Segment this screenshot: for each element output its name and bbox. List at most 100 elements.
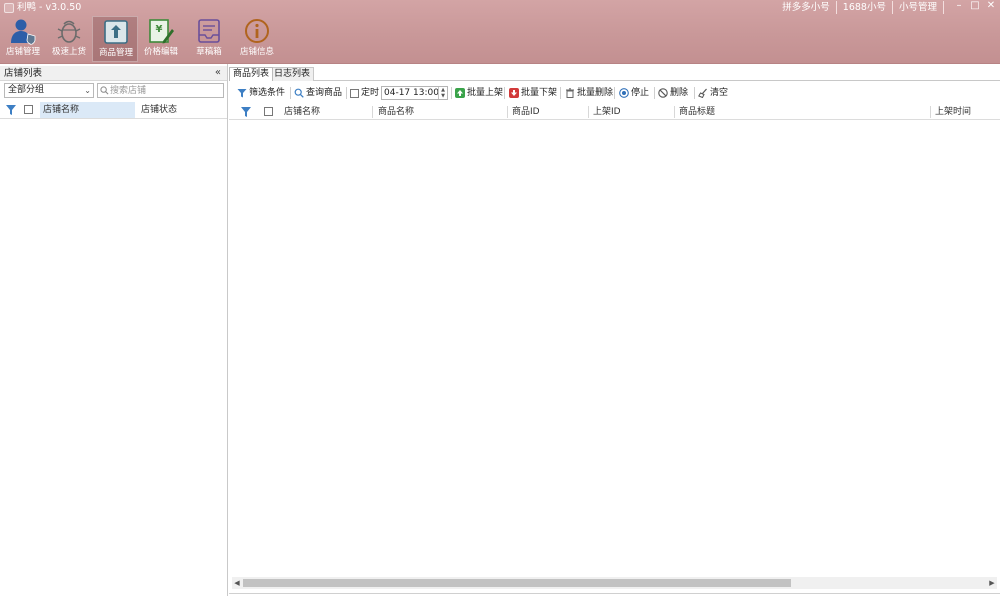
product-table-header: 店铺名称 商品名称 商品ID 上架ID 商品标题 上架时间	[229, 104, 1000, 120]
timer-label: 定时	[361, 88, 380, 98]
toolbar-shop-manage[interactable]: 店铺管理	[0, 16, 46, 62]
scroll-right-icon[interactable]: ▶	[987, 577, 997, 589]
toolbar-price-edit[interactable]: ¥ 价格编辑	[138, 16, 184, 62]
batch-list-button[interactable]: 批量上架	[455, 86, 503, 100]
close-icon[interactable]: ✕	[986, 0, 996, 13]
separator	[654, 87, 655, 99]
search-icon	[294, 88, 304, 98]
app-logo-icon	[4, 2, 14, 13]
query-products-label: 查询商品	[306, 88, 343, 98]
separator	[346, 87, 347, 99]
col-product-name[interactable]: 商品名称	[378, 104, 414, 120]
pdd-accounts-link[interactable]: 拼多多小号	[776, 1, 837, 14]
maximize-icon[interactable]: □	[970, 0, 980, 13]
batch-list-label: 批量上架	[467, 88, 504, 98]
batch-delete-button[interactable]: 批量删除	[565, 86, 613, 100]
schedule-datetime-input[interactable]: 04-17 13:00 ▲ ▼	[381, 86, 448, 100]
tab-strip-divider	[229, 80, 1000, 81]
query-products-button[interactable]: 查询商品	[294, 86, 342, 100]
stop-label: 停止	[631, 88, 650, 98]
arrow-down-red-icon	[509, 88, 519, 98]
delete-label: 删除	[670, 88, 689, 98]
account-links: 拼多多小号 1688小号 小号管理	[776, 1, 944, 14]
select-all-shops-checkbox[interactable]	[24, 105, 33, 114]
filter-icon[interactable]	[240, 106, 252, 118]
window-controls: – □ ✕	[954, 0, 996, 13]
toolbar-label: 草稿箱	[196, 47, 222, 57]
shop-table-header: 店铺名称 店铺状态	[0, 102, 227, 119]
column-divider	[507, 106, 508, 118]
col-product-title[interactable]: 商品标题	[679, 104, 715, 120]
column-divider	[674, 106, 675, 118]
shop-search-input[interactable]	[97, 83, 224, 98]
app-title: 利鸭 - v3.0.50	[4, 1, 81, 14]
tab-log-list[interactable]: 日志列表	[270, 67, 315, 81]
main-panel: 商品列表 日志列表 筛选条件 查询商品 定时 04-17 13:00 ▲ ▼ 批量…	[229, 64, 1000, 596]
clear-label: 清空	[710, 88, 729, 98]
clear-button[interactable]: 清空	[698, 86, 728, 100]
draft-box-icon	[198, 19, 220, 43]
app-title-text: 利鸭 - v3.0.50	[17, 2, 82, 13]
toolbar-shop-info[interactable]: 店铺信息	[234, 16, 280, 62]
product-action-bar: 筛选条件 查询商品 定时 04-17 13:00 ▲ ▼ 批量上架 批量下架 批…	[229, 85, 1000, 102]
shop-name-column[interactable]: 店铺名称	[40, 102, 135, 118]
toolbar-product-manage[interactable]: 商品管理	[92, 16, 138, 62]
delete-button[interactable]: 删除	[658, 86, 688, 100]
search-icon	[100, 86, 109, 95]
scroll-left-icon[interactable]: ◀	[232, 577, 242, 589]
stop-icon	[619, 88, 629, 98]
separator	[694, 87, 695, 99]
col-listing-time[interactable]: 上架时间	[935, 104, 971, 120]
toolbar-drafts[interactable]: 草稿箱	[186, 16, 232, 62]
shop-status-column[interactable]: 店铺状态	[138, 102, 223, 118]
shop-list-header: 店铺列表 «	[0, 66, 227, 81]
batch-delist-button[interactable]: 批量下架	[509, 86, 557, 100]
select-all-products-checkbox[interactable]	[264, 107, 273, 116]
batch-delete-label: 批量删除	[577, 88, 614, 98]
filter-icon[interactable]	[5, 104, 17, 116]
filter-conditions-label: 筛选条件	[249, 88, 286, 98]
col-product-id[interactable]: 商品ID	[512, 104, 540, 120]
minimize-icon[interactable]: –	[954, 0, 964, 13]
horizontal-scrollbar[interactable]: ◀ ▶	[232, 577, 997, 589]
group-select-value: 全部分组	[8, 85, 45, 95]
separator	[290, 87, 291, 99]
toolbar-label: 极速上货	[51, 47, 86, 57]
col-listing-id[interactable]: 上架ID	[593, 104, 621, 120]
toolbar-label: 价格编辑	[143, 47, 178, 57]
schedule-datetime-value: 04-17 13:00	[384, 88, 439, 98]
app-header: 利鸭 - v3.0.50 拼多多小号 1688小号 小号管理 – □ ✕ 店铺管…	[0, 0, 1000, 64]
shop-list-panel: 店铺列表 « 全部分组 ⌄ 店铺名称 店铺状态	[0, 64, 228, 596]
toolbar-quick-upload[interactable]: 极速上货	[46, 16, 92, 62]
user-shield-icon	[11, 19, 36, 45]
col-shop-name[interactable]: 店铺名称	[284, 104, 320, 120]
shop-list-title: 店铺列表	[4, 68, 43, 79]
filter-icon	[237, 89, 247, 98]
batch-delist-label: 批量下架	[521, 88, 558, 98]
chevron-down-icon: ⌄	[84, 86, 91, 95]
collapse-icon[interactable]: «	[215, 66, 221, 79]
broom-icon	[698, 88, 707, 98]
scrollbar-thumb[interactable]	[243, 579, 791, 587]
timer-checkbox[interactable]	[350, 88, 359, 98]
toolbar-label: 店铺管理	[5, 47, 40, 57]
account-manage-link[interactable]: 小号管理	[893, 1, 944, 14]
trash-icon	[566, 88, 574, 98]
tab-product-list[interactable]: 商品列表	[229, 67, 274, 81]
separator	[560, 87, 561, 99]
timer-toggle[interactable]: 定时	[350, 86, 379, 100]
group-select[interactable]: 全部分组 ⌄	[4, 83, 94, 98]
stop-button[interactable]: 停止	[619, 86, 649, 100]
separator	[451, 87, 452, 99]
cancel-icon	[658, 88, 668, 98]
filter-conditions-button[interactable]: 筛选条件	[237, 86, 285, 100]
yen-edit-icon: ¥	[149, 19, 174, 44]
toolbar-label: 商品管理	[98, 48, 133, 58]
bottom-border	[229, 593, 1000, 594]
separator	[504, 87, 505, 99]
info-icon	[245, 19, 269, 43]
1688-accounts-link[interactable]: 1688小号	[837, 1, 893, 14]
box-upload-icon	[104, 20, 128, 44]
datetime-spinner[interactable]: ▲ ▼	[438, 87, 447, 99]
separator	[614, 87, 615, 99]
